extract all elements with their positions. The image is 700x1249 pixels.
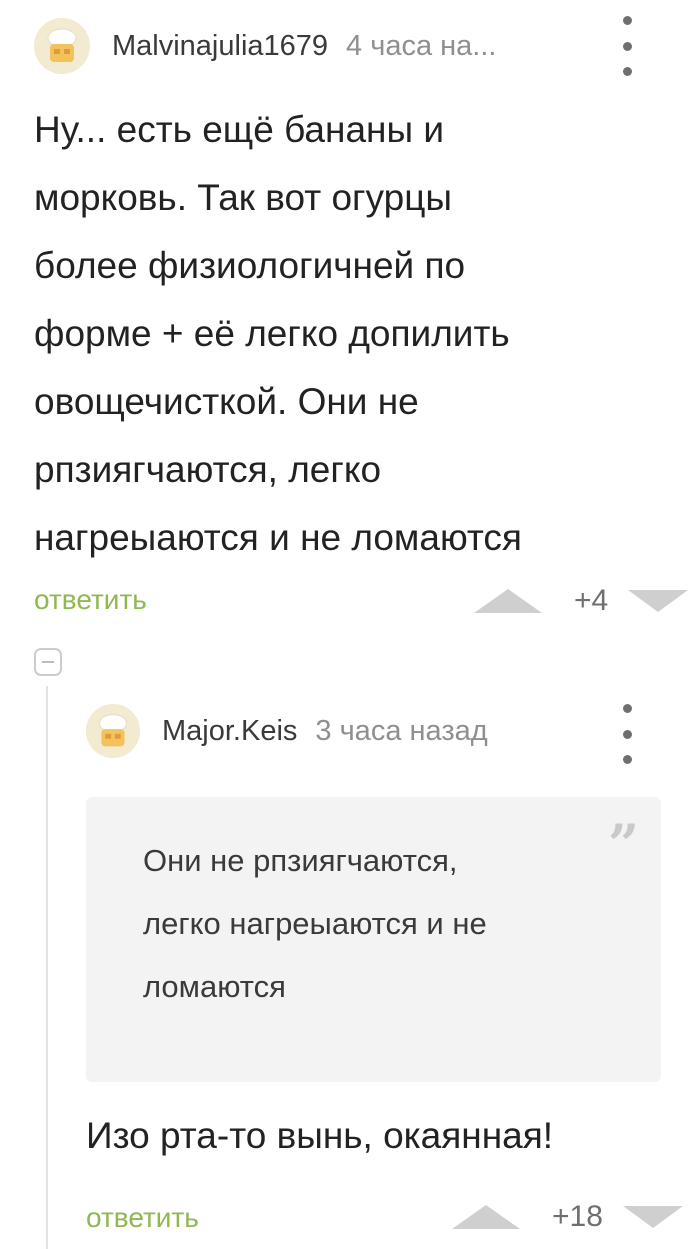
comment-header: Major.Keis 3 часа назад xyxy=(86,704,488,758)
vote-controls: +18 xyxy=(452,1200,683,1234)
text-line: Ну... есть ещё бананы и xyxy=(34,109,444,150)
quote-line: ломаются xyxy=(143,969,286,1004)
default-avatar-icon xyxy=(34,18,90,74)
timestamp: 3 часа назад xyxy=(315,714,488,747)
text-line: более физиологичней по xyxy=(34,245,466,286)
reply-button[interactable]: ответить xyxy=(34,584,147,616)
text-line: морковь. Так вот огурцы xyxy=(34,177,453,218)
text-line: нагреыаются и не ломаются xyxy=(34,517,522,558)
quote-block: ” Они не рпзиягчаются, легко нагреыаются… xyxy=(86,797,661,1082)
timestamp: 4 часа на... xyxy=(346,29,497,62)
upvote-triangle-icon[interactable] xyxy=(474,589,542,613)
vote-controls: +4 xyxy=(474,584,689,618)
username[interactable]: Malvinajulia1679 xyxy=(112,30,328,63)
quote-line: Они не рпзиягчаются, xyxy=(143,843,458,878)
more-vertical-icon[interactable] xyxy=(612,704,642,764)
thread-line[interactable] xyxy=(46,686,48,1249)
quote-line: легко нагреыаются и не xyxy=(143,906,487,941)
quote-mark-icon: ” xyxy=(607,812,639,876)
downvote-triangle-icon[interactable] xyxy=(622,1206,683,1228)
text-line: овощечисткой. Они не xyxy=(34,381,419,422)
comment-text: Изо рта-то вынь, окаянная! xyxy=(86,1115,554,1156)
collapse-minus-icon[interactable] xyxy=(34,648,62,676)
text-line: форме + её легко допилить xyxy=(34,313,510,354)
text-line: рпзиягчаются, легко xyxy=(34,449,382,490)
avatar[interactable] xyxy=(34,18,90,74)
more-vertical-icon[interactable] xyxy=(612,16,642,76)
quote-text: Они не рпзиягчаются, легко нагреыаются и… xyxy=(143,829,583,1018)
avatar[interactable] xyxy=(86,704,140,758)
upvote-triangle-icon[interactable] xyxy=(452,1205,520,1229)
reply-button[interactable]: ответить xyxy=(86,1202,199,1234)
comment-text: Ну... есть ещё бананы и морковь. Так вот… xyxy=(34,96,674,572)
downvote-triangle-icon[interactable] xyxy=(628,590,689,612)
score: +18 xyxy=(552,1200,603,1233)
default-avatar-icon xyxy=(86,704,140,758)
comment-header: Malvinajulia1679 4 часа на... xyxy=(34,18,496,74)
score: +4 xyxy=(574,584,609,617)
username[interactable]: Major.Keis xyxy=(162,715,297,748)
